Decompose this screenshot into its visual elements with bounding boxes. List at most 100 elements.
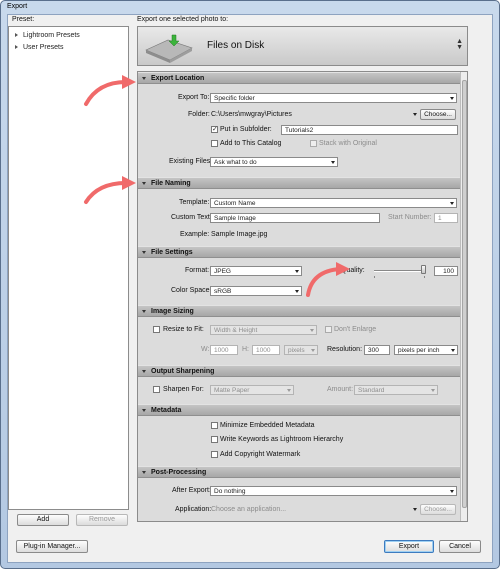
quality-slider-thumb[interactable] [421,265,426,274]
size-unit-value: pixels [288,347,305,354]
export-button[interactable]: Export [384,540,434,553]
subfolder-input[interactable]: Tutorials2 [281,125,458,135]
preset-folder-lightroom[interactable]: Lightroom Presets [15,32,80,39]
settings-scrollbar[interactable] [460,72,467,521]
plugin-manager-button[interactable]: Plug-in Manager... [16,540,88,553]
resolution-unit-select[interactable]: pixels per inch [394,345,458,355]
quality-input[interactable]: 100 [434,266,458,276]
copyright-watermark-label: Add Copyright Watermark [220,451,301,458]
collapse-triangle-icon[interactable] [142,310,146,313]
sharpen-for-value: Matte Paper [214,387,250,394]
expand-triangle-icon[interactable] [15,33,18,38]
export-to-label: Export To: [178,94,210,101]
resize-mode-select[interactable]: Width & Height [210,325,317,335]
put-in-subfolder-checkbox[interactable] [211,125,218,133]
section-title: Metadata [151,407,182,414]
amount-select[interactable]: Standard [354,385,438,395]
export-to-select[interactable]: Specific folder [210,93,457,103]
section-metadata[interactable]: Metadata [138,404,461,416]
export-target-label: Export one selected photo to: [137,16,229,23]
collapse-triangle-icon[interactable] [142,182,146,185]
copyright-watermark-checkbox[interactable] [211,451,218,458]
resize-to-fit-checkbox[interactable] [153,326,160,333]
amount-value: Standard [358,387,385,394]
resolution-label: Resolution: [327,346,363,353]
expand-triangle-icon[interactable] [15,45,18,50]
application-label: Application: [175,506,212,513]
existing-files-select[interactable]: Ask what to do [210,157,338,167]
section-title: Post-Processing [151,469,207,476]
remove-preset-button[interactable]: Remove [76,514,128,526]
collapse-triangle-icon[interactable] [142,251,146,254]
section-export-location[interactable]: Export Location [138,72,461,84]
add-preset-button[interactable]: Add [17,514,69,526]
export-to-value: Specific folder [214,95,255,102]
existing-files-label: Existing Files: [169,158,213,165]
preset-folder-user[interactable]: User Presets [15,44,63,51]
section-title: File Settings [151,249,193,256]
sharpen-for-checkbox[interactable] [153,386,160,393]
dropdown-arrow-icon [311,349,315,352]
folder-history-dropdown-icon[interactable] [413,113,417,116]
section-image-sizing[interactable]: Image Sizing [138,305,461,317]
section-title: Image Sizing [151,308,194,315]
collapse-triangle-icon[interactable] [142,370,146,373]
minimize-metadata-checkbox[interactable] [211,422,218,429]
color-space-select[interactable]: sRGB [210,286,302,296]
scrollbar-thumb[interactable] [462,80,467,508]
sharpen-for-select[interactable]: Matte Paper [210,385,294,395]
dropdown-arrow-icon [431,389,435,392]
dropdown-arrow-icon [295,270,299,273]
stack-with-original-checkbox[interactable] [310,140,317,147]
width-input[interactable]: 1000 [210,345,238,355]
section-file-naming[interactable]: File Naming [138,177,461,189]
collapse-triangle-icon[interactable] [142,409,146,412]
section-file-settings[interactable]: File Settings [138,246,461,258]
dropdown-arrow-icon [451,349,455,352]
collapse-triangle-icon[interactable] [142,77,146,80]
section-output-sharpening[interactable]: Output Sharpening [138,365,461,377]
amount-label: Amount: [327,386,354,393]
folder-path: C:\Users\mwgray\Pictures [211,111,292,118]
height-input[interactable]: 1000 [252,345,280,355]
template-select[interactable]: Custom Name [210,198,457,208]
up-down-chevron-icon[interactable]: ▲ ▼ [456,38,463,51]
after-export-value: Do nothing [214,488,246,495]
dropdown-arrow-icon [331,161,335,164]
section-post-processing[interactable]: Post-Processing [138,466,461,478]
quality-slider[interactable] [374,270,424,272]
after-export-label: After Export: [172,487,211,494]
cancel-button[interactable]: Cancel [439,540,481,553]
start-number-input[interactable]: 1 [434,213,458,223]
size-unit-select[interactable]: pixels [284,345,318,355]
image-sizing-body: Resize to Fit: Width & Height Don't Enla… [138,317,461,365]
after-export-select[interactable]: Do nothing [210,486,457,496]
color-space-value: sRGB [214,288,232,295]
folder-label: Folder: [188,111,210,118]
format-value: JPEG [214,268,231,275]
add-to-catalog-checkbox[interactable] [211,140,218,147]
collapse-triangle-icon[interactable] [142,471,146,474]
post-processing-body: After Export: Do nothing Application: Ch… [138,478,461,521]
destination-selector[interactable]: Files on Disk ▲ ▼ [137,26,468,66]
choose-application-button[interactable]: Choose... [420,504,456,515]
write-keywords-label: Write Keywords as Lightroom Hierarchy [220,436,344,443]
application-history-dropdown-icon[interactable] [413,508,417,511]
custom-text-input[interactable]: Sample Image [210,213,380,223]
format-select[interactable]: JPEG [210,266,302,276]
resolution-input[interactable]: 300 [364,345,390,355]
dont-enlarge-label: Don't Enlarge [334,326,377,333]
dropdown-arrow-icon [450,97,454,100]
annotation-arrow-icon [306,262,350,297]
file-naming-body: Template: Custom Name Custom Text: Sampl… [138,189,461,246]
dont-enlarge-checkbox[interactable] [325,326,332,333]
dropdown-arrow-icon [310,329,314,332]
export-location-body: Export To: Specific folder Folder: C:\Us… [138,84,461,177]
template-label: Template: [179,199,210,206]
resize-mode-value: Width & Height [214,327,258,334]
write-keywords-checkbox[interactable] [211,436,218,443]
template-value: Custom Name [214,200,256,207]
stack-with-original-label: Stack with Original [319,140,377,147]
choose-folder-button[interactable]: Choose... [420,109,456,120]
annotation-arrow-icon [84,75,136,106]
